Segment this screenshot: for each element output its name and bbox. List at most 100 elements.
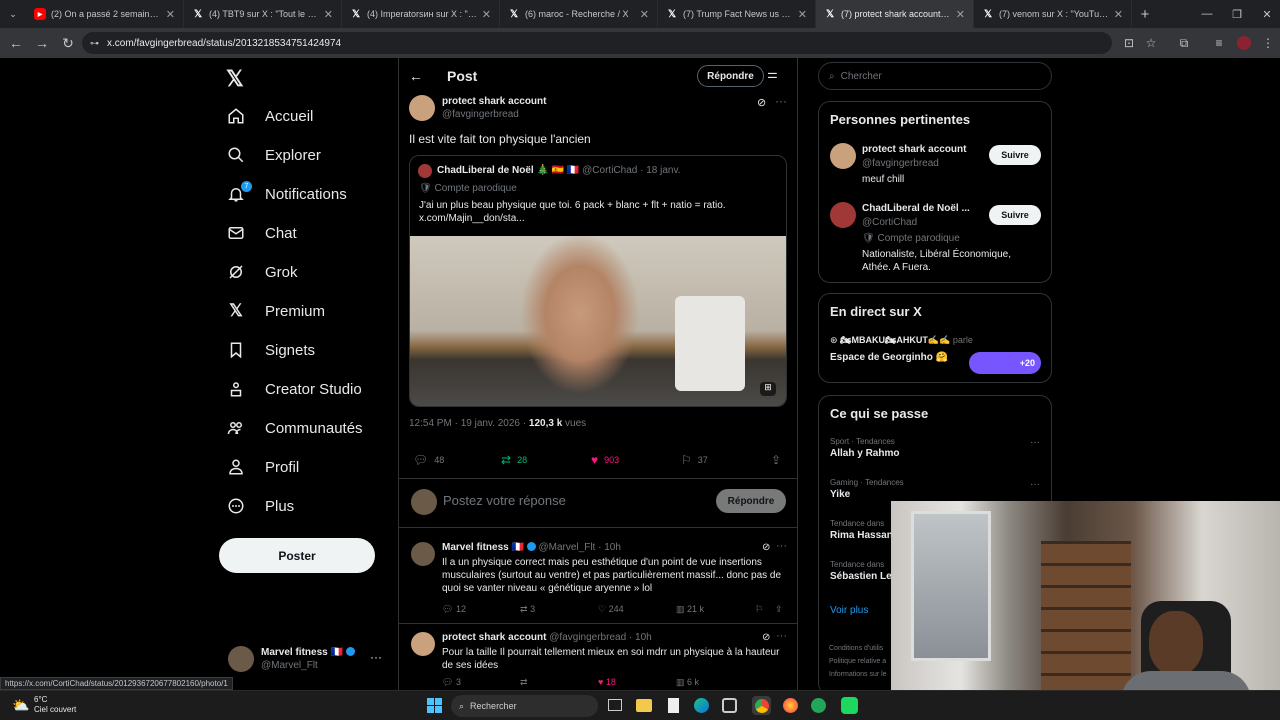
nav-plus[interactable]: Plus	[226, 491, 294, 521]
back-arrow-icon[interactable]: ←	[409, 68, 423, 84]
firefox-icon[interactable]	[783, 698, 798, 713]
like-action[interactable]: ♥ 18	[598, 677, 616, 687]
trend-item[interactable]: Sport · Tendances Allah y Rahmo	[830, 437, 1040, 459]
reply-action[interactable]: 💬︎ 12	[442, 604, 466, 615]
chrome-icon[interactable]	[752, 696, 771, 715]
reply-header-button[interactable]: Répondre	[697, 65, 764, 87]
more-icon[interactable]: ···	[776, 630, 787, 642]
views-action[interactable]: ▥ 6 k	[676, 677, 699, 688]
close-icon[interactable]: ✕	[482, 8, 491, 21]
reading-list-icon[interactable]: ≡	[1207, 31, 1231, 55]
weather-icon[interactable]: ⛅	[12, 697, 29, 714]
like-action[interactable]: ♥ 903	[591, 453, 619, 467]
settings-sliders-icon[interactable]: ⚌	[767, 67, 778, 81]
nav-communautes[interactable]: Communautés	[226, 413, 363, 443]
repost-action[interactable]: ⇄ 3	[520, 604, 535, 615]
weather-widget[interactable]: 6°C Ciel couvert	[34, 695, 76, 715]
post-author-handle[interactable]: @favgingerbread	[442, 109, 519, 120]
reply-action[interactable]: 💬︎ 48	[413, 453, 444, 467]
person-name[interactable]: protect shark account	[862, 144, 966, 155]
file-explorer-icon[interactable]	[636, 699, 652, 712]
forward-icon[interactable]: →	[30, 31, 54, 55]
nav-creator-studio[interactable]: Creator Studio	[226, 374, 362, 404]
quote-photo[interactable]: ⊞	[410, 236, 786, 406]
avatar[interactable]	[411, 632, 435, 656]
grok-icon[interactable]: ⊘	[762, 632, 770, 643]
maximize-icon[interactable]: ❐	[1222, 0, 1252, 28]
more-icon[interactable]: ···	[370, 650, 382, 664]
see-more-link[interactable]: Voir plus	[830, 605, 868, 616]
close-icon[interactable]: ✕	[640, 8, 649, 21]
nav-accueil[interactable]: Accueil	[226, 101, 313, 131]
bookmark-star-icon[interactable]: ☆	[1139, 31, 1163, 55]
more-icon[interactable]: ···	[1030, 479, 1040, 490]
site-info-icon[interactable]: ⊶	[90, 38, 99, 49]
app-icon[interactable]	[811, 698, 826, 713]
bookmark-icon[interactable]: ⚐	[755, 604, 763, 615]
close-icon[interactable]: ✕	[324, 8, 333, 21]
close-window-icon[interactable]: ✕	[1252, 0, 1280, 28]
x-logo-icon[interactable]: 𝕏	[226, 66, 244, 92]
like-action[interactable]: ♡ 244	[598, 604, 624, 615]
close-icon[interactable]: ✕	[956, 8, 965, 21]
nav-notifications[interactable]: 7 Notifications	[226, 179, 347, 209]
footer-link[interactable]: Informations sur le	[829, 668, 887, 681]
store-icon[interactable]	[722, 698, 737, 713]
listeners-pill[interactable]: +20	[969, 352, 1041, 374]
more-icon[interactable]: ···	[776, 540, 787, 552]
avatar[interactable]	[830, 143, 856, 169]
person-name[interactable]: ChadLiberal de Noël ...	[862, 203, 970, 214]
avatar[interactable]	[830, 202, 856, 228]
browser-tab[interactable]: 𝕏 (6) maroc - Recherche / X ✕	[500, 0, 658, 28]
browser-tab[interactable]: 𝕏 (7) venom sur X : "YouTuber Je ✕	[974, 0, 1132, 28]
nav-explorer[interactable]: Explorer	[226, 140, 321, 170]
avatar[interactable]	[411, 542, 435, 566]
close-icon[interactable]: ✕	[166, 8, 175, 21]
account-switcher[interactable]: Marvel fitness 🇫🇷 @Marvel_Flt ···	[228, 644, 398, 678]
follow-button[interactable]: Suivre	[989, 205, 1041, 225]
install-app-icon[interactable]: ⊡	[1117, 31, 1141, 55]
repost-action[interactable]: ⇄	[520, 677, 528, 688]
new-tab-button[interactable]: +	[1132, 6, 1158, 23]
nav-grok[interactable]: Grok	[226, 257, 298, 287]
reply-action[interactable]: 💬︎ 3	[442, 677, 461, 688]
reply-submit-button[interactable]: Répondre	[716, 489, 786, 513]
browser-tab[interactable]: 𝕏 (7) Trump Fact News us sur X : ✕	[658, 0, 816, 28]
post-author-name[interactable]: protect shark account	[442, 96, 546, 107]
grok-icon[interactable]: ⊘	[757, 96, 766, 109]
back-icon[interactable]: ←	[4, 31, 28, 55]
address-bar[interactable]: ⊶ x.com/favgingerbread/status/2013218534…	[82, 32, 1112, 54]
tab-search-button[interactable]: ⌄	[0, 0, 26, 28]
reload-icon[interactable]: ↻	[56, 31, 80, 55]
reply-input[interactable]: Postez votre réponse	[443, 493, 566, 508]
poster-button[interactable]: Poster	[219, 538, 375, 573]
more-icon[interactable]: ···	[775, 94, 787, 108]
quoted-post[interactable]: ChadLiberal de Noël 🎄 🇪🇸 🇫🇷 @CortiChad ·…	[409, 155, 787, 407]
more-icon[interactable]: ···	[1030, 437, 1040, 448]
views-action[interactable]: ▥ 21 k	[676, 604, 704, 615]
extensions-icon[interactable]: ⧉	[1172, 31, 1196, 55]
image-edit-icon[interactable]: ⊞	[760, 382, 776, 396]
close-icon[interactable]: ✕	[798, 8, 807, 21]
profile-avatar-icon[interactable]	[1232, 31, 1256, 55]
browser-tab[interactable]: 𝕏 (4) TBT9 sur X : "Tout le monde ✕	[184, 0, 342, 28]
follow-button[interactable]: Suivre	[989, 145, 1041, 165]
reply-tweet[interactable]: Marvel fitness 🇫🇷 @Marvel_Flt · 10h ⊘ ··…	[399, 534, 797, 624]
close-icon[interactable]: ✕	[1114, 8, 1123, 21]
app-icon[interactable]	[841, 697, 858, 714]
share-icon[interactable]: ⇪	[775, 604, 783, 615]
task-view-icon[interactable]	[608, 699, 622, 711]
trend-item[interactable]: Gaming · Tendances Yike	[830, 478, 1040, 500]
browser-menu-icon[interactable]: ⋮	[1256, 31, 1280, 55]
footer-link[interactable]: Politique relative a	[829, 655, 887, 668]
nav-chat[interactable]: Chat	[226, 218, 297, 248]
windows-start-icon[interactable]	[427, 698, 442, 713]
grok-icon[interactable]: ⊘	[762, 542, 770, 553]
nav-profil[interactable]: Profil	[226, 452, 299, 482]
footer-link[interactable]: Conditions d'utilis	[829, 642, 887, 655]
repost-action[interactable]: ⇄ 28	[501, 453, 527, 467]
notepad-icon[interactable]	[668, 698, 679, 713]
share-action[interactable]: ⇪	[771, 453, 787, 467]
browser-tab[interactable]: 𝕏 (4) Imperatorsин sur X : "Même ✕	[342, 0, 500, 28]
search-input[interactable]: ⌕ Chercher	[818, 62, 1052, 90]
